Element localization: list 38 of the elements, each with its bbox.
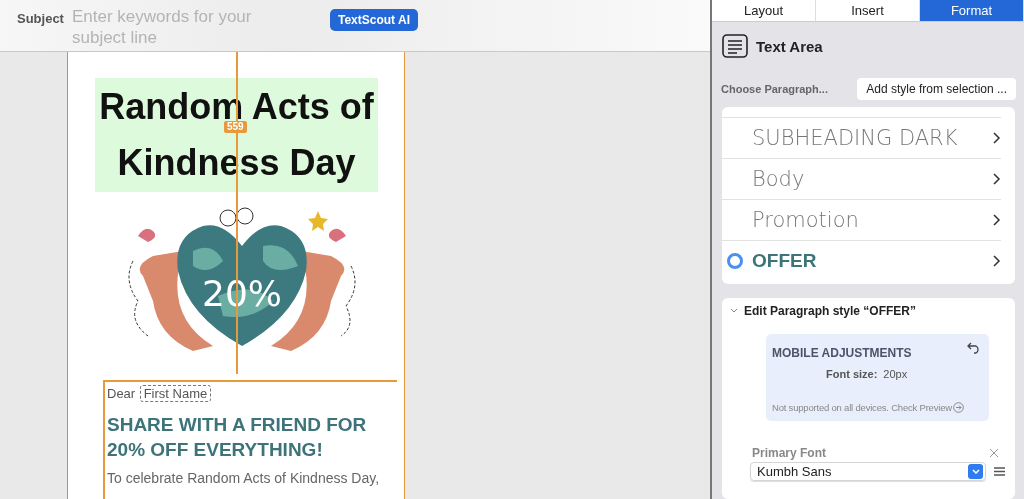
panel-title: Text Area (756, 37, 823, 55)
greeting-text: Dear (107, 386, 136, 401)
subject-bar[interactable]: Subject Enter keywords for your subject line TextScout AI (0, 0, 710, 52)
panel-tab[interactable]: Insert (816, 0, 920, 23)
dropdown-caret-icon (968, 464, 983, 480)
chevron-icon (993, 214, 1001, 227)
text-area-icon (722, 34, 748, 59)
offer-heading: SHARE WITH A FRIEND FOR 20% OFF EVERYTHING! (107, 413, 368, 462)
arrow-circle-icon[interactable] (952, 402, 964, 414)
panel-tab[interactable]: Layout (712, 0, 816, 23)
selected-dot-icon (727, 253, 743, 270)
font-select[interactable]: Kumbh Sans (750, 462, 986, 482)
style-item[interactable]: Body (722, 158, 1001, 200)
close-icon[interactable] (989, 448, 999, 459)
menu-icon[interactable] (994, 467, 1005, 477)
merge-tag[interactable]: First Name (139, 385, 212, 402)
text-block[interactable]: Dear First Name SHARE WITH A FRIEND FOR 20% OFF EVERYTHING! To celebrate Random Acts of Kindness Day, (103, 380, 397, 499)
undo-icon[interactable] (967, 342, 981, 355)
ai-button[interactable]: TextScout AI (329, 9, 418, 31)
font-size-value: 20px (883, 368, 908, 381)
mobile-adjustments-title: MOBILE ADJUSTMENTS (772, 346, 912, 361)
body-text: To celebrate Random Acts of Kindness Day, (107, 470, 381, 486)
chevron-icon (730, 308, 738, 315)
subject-field[interactable]: Enter keywords for your subject line (71, 6, 302, 50)
style-item[interactable]: SUBHEADING DARK (722, 117, 1001, 159)
primary-font-label: Primary Font (752, 446, 826, 461)
choose-paragraph-label: Choose Paragraph... (721, 83, 828, 96)
add-style-button[interactable]: Add style from selection ... (857, 78, 1016, 101)
support-note: Not supported on all devices. Check Preview (772, 402, 952, 414)
style-item[interactable]: OFFER (722, 240, 1001, 282)
chevron-icon (993, 173, 1001, 186)
edit-style-header[interactable]: Edit Paragraph style “OFFER” (730, 304, 1005, 319)
subject-label: Subject (17, 11, 64, 26)
panel-tab[interactable]: Format (920, 0, 1024, 23)
chevron-icon (993, 255, 1001, 268)
style-item[interactable]: Promotion (722, 199, 1001, 241)
chevron-icon (993, 132, 1001, 145)
font-size-label: Font size: (826, 368, 878, 381)
